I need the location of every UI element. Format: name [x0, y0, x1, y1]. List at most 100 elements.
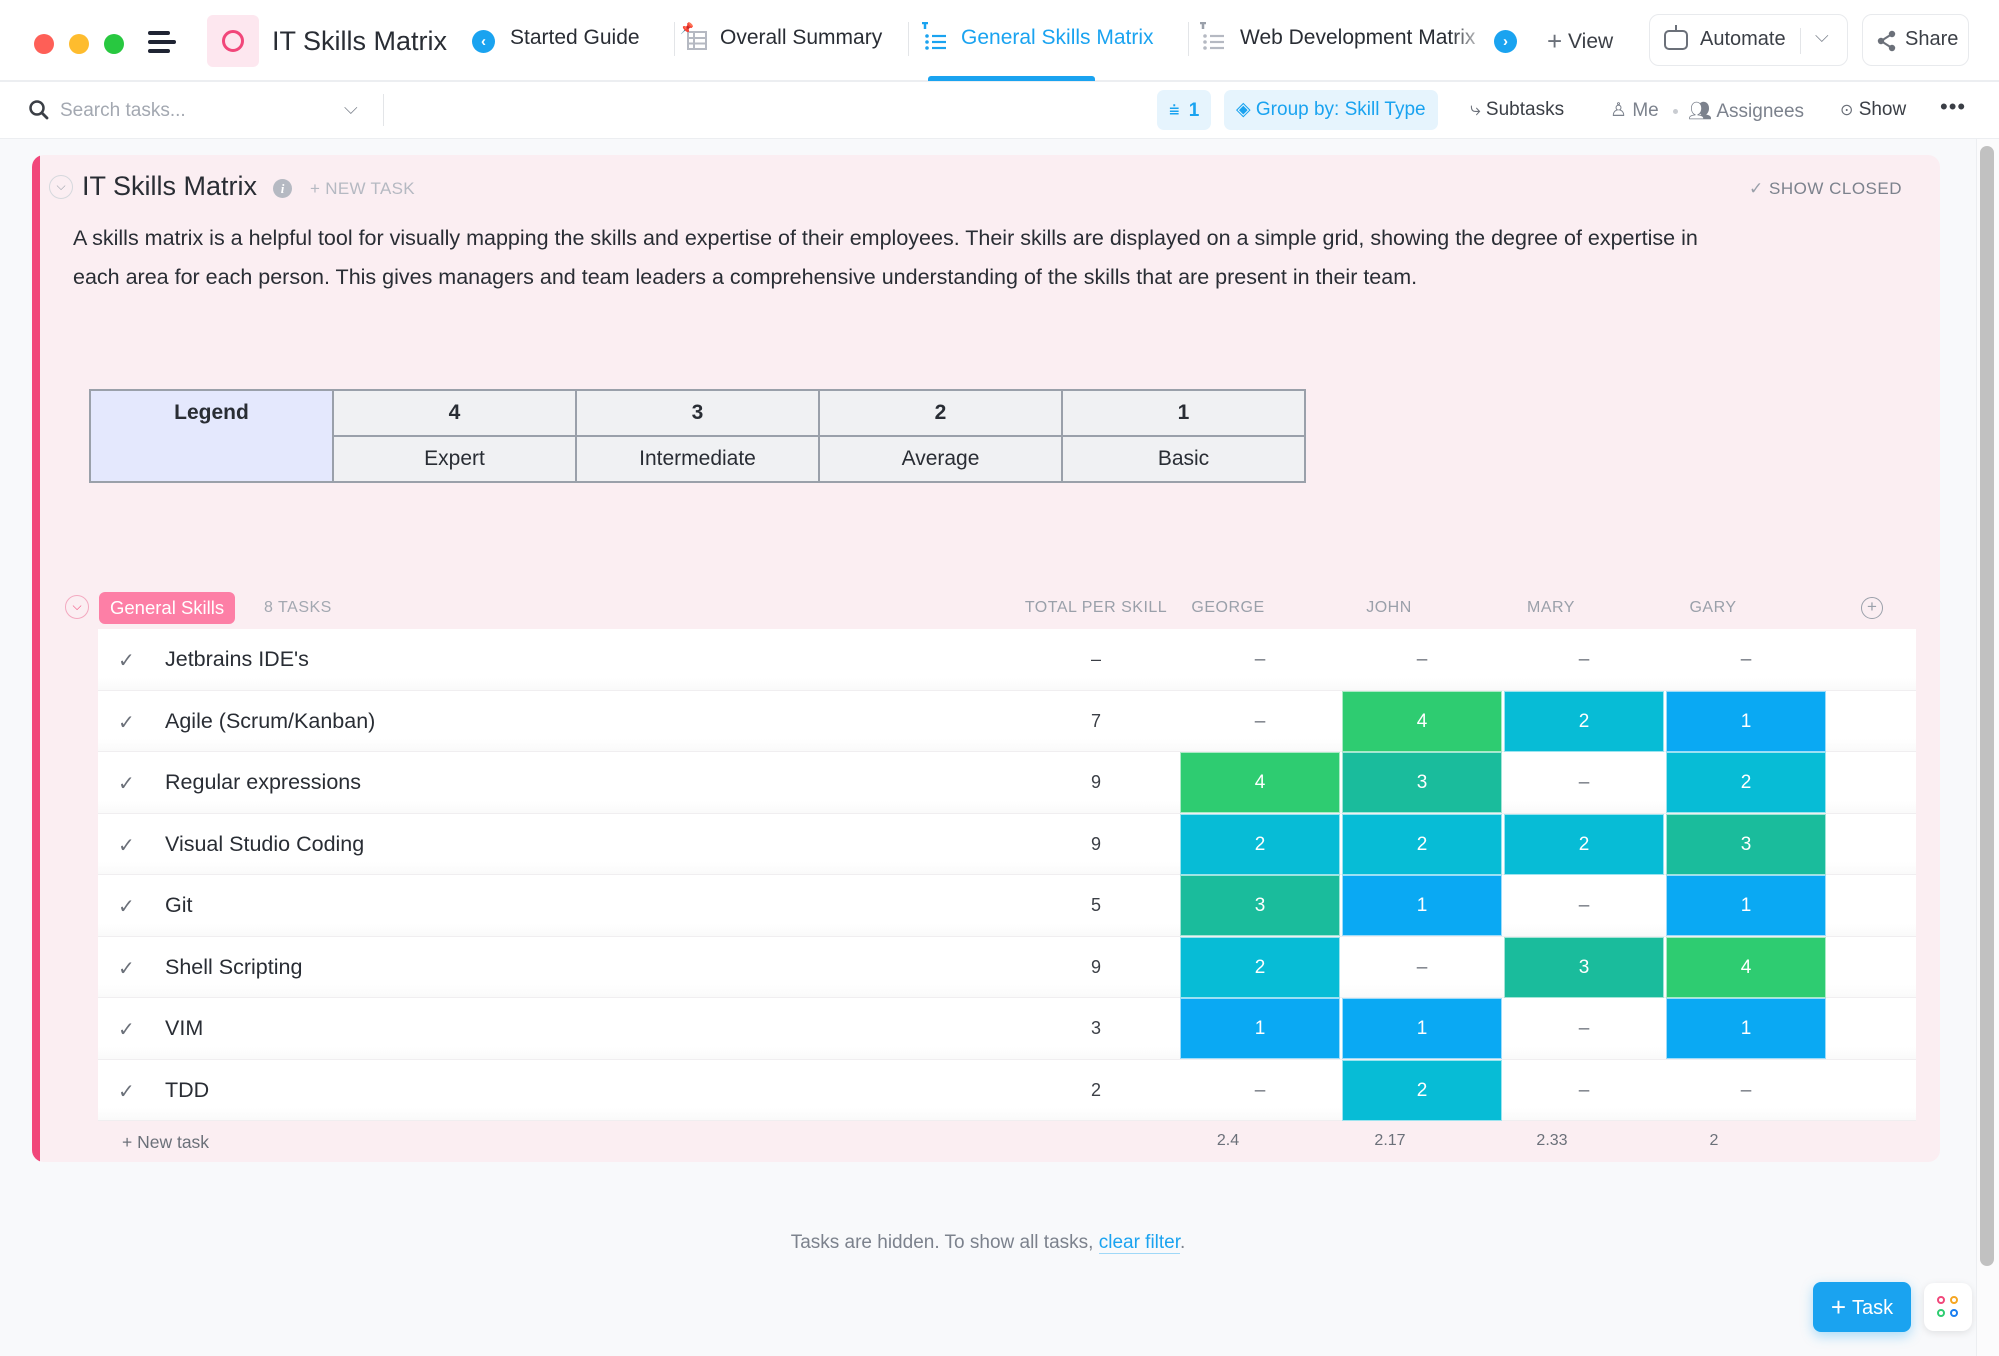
task-row[interactable]: ✓ Git 5 3 1 – 1	[98, 875, 1916, 937]
window-minimize-button[interactable]	[69, 34, 89, 54]
task-name[interactable]: Git	[165, 893, 192, 918]
group-label[interactable]: General Skills	[99, 592, 236, 624]
window-close-button[interactable]	[34, 34, 54, 54]
score-cell-george[interactable]: 4	[1180, 752, 1340, 813]
task-row[interactable]: ✓ Regular expressions 9 4 3 – 2	[98, 752, 1916, 814]
list-collapse-toggle[interactable]: ⌵	[49, 175, 73, 199]
score-cell-george[interactable]: –	[1180, 1060, 1340, 1121]
check-icon[interactable]: ✓	[118, 833, 135, 858]
score-cell-george[interactable]: 2	[1180, 936, 1340, 998]
score-cell-john[interactable]: 3	[1342, 752, 1502, 813]
check-icon[interactable]: ✓	[118, 956, 135, 981]
group-collapse-toggle[interactable]: ⌵	[65, 595, 89, 619]
automate-button[interactable]: Automate ⌵	[1649, 14, 1848, 66]
column-header-john[interactable]: JOHN	[1309, 599, 1469, 617]
score-cell-gary[interactable]: 1	[1666, 998, 1826, 1059]
score-cell-gary[interactable]: –	[1666, 1060, 1826, 1121]
tabs-scroll-left-button[interactable]: ‹	[472, 30, 495, 53]
column-header-george[interactable]: GEORGE	[1148, 599, 1308, 617]
tab-overall-summary[interactable]: Overall Summary	[720, 26, 882, 50]
check-icon[interactable]: ✓	[118, 1017, 135, 1042]
assignees-button[interactable]: 👥︎ Assignees	[1688, 99, 1804, 123]
window-maximize-button[interactable]	[104, 34, 124, 54]
task-name[interactable]: TDD	[165, 1078, 209, 1103]
sidebar-toggle-icon[interactable]	[148, 31, 176, 53]
share-button[interactable]: Share	[1862, 14, 1969, 66]
apps-button[interactable]	[1924, 1283, 1972, 1331]
score-cell-mary[interactable]: –	[1504, 629, 1664, 690]
subtasks-button[interactable]: ⤷ Subtasks	[1470, 99, 1564, 121]
score-cell-george[interactable]: –	[1180, 691, 1340, 752]
check-icon[interactable]: ✓	[118, 1079, 135, 1104]
score-cell-mary[interactable]: –	[1504, 1060, 1664, 1121]
column-header-mary[interactable]: MARY	[1471, 599, 1631, 617]
score-cell-john[interactable]: 1	[1342, 875, 1502, 936]
score-cell-mary[interactable]: 2	[1504, 690, 1664, 752]
tab-web-development-matrix[interactable]: Web Development Matrix	[1240, 26, 1485, 50]
group-by-button[interactable]: ◈ Group by: Skill Type	[1224, 90, 1438, 130]
new-task-button[interactable]: + NEW TASK	[310, 179, 415, 199]
score-cell-mary[interactable]: –	[1504, 875, 1664, 936]
add-new-task-button[interactable]: + New task	[122, 1132, 209, 1153]
task-row[interactable]: ✓ VIM 3 1 1 – 1	[98, 998, 1916, 1060]
me-filter-button[interactable]: ♙ Me	[1610, 99, 1659, 122]
tab-general-skills-matrix[interactable]: General Skills Matrix	[961, 26, 1154, 50]
list-icon	[1196, 21, 1228, 56]
task-row[interactable]: ✓ TDD 2 – 2 – –	[98, 1059, 1916, 1121]
score-cell-gary[interactable]: 2	[1666, 752, 1826, 813]
add-column-icon[interactable]: +	[1861, 597, 1883, 619]
score-cell-george[interactable]: –	[1180, 629, 1340, 690]
tabs-scroll-right-button[interactable]: ›	[1494, 30, 1517, 53]
clear-filter-link[interactable]: clear filter	[1098, 1232, 1181, 1254]
filter-button[interactable]: ⩧ 1	[1157, 90, 1212, 130]
search-options-chevron-icon[interactable]: ⌵	[344, 98, 358, 119]
score-cell-george[interactable]: 1	[1180, 998, 1340, 1059]
tab-overflow-fade	[1450, 20, 1490, 60]
check-icon[interactable]: ✓	[118, 894, 135, 919]
score-cell-george[interactable]: 2	[1180, 813, 1340, 875]
score-cell-gary[interactable]: 4	[1666, 936, 1826, 998]
score-cell-gary[interactable]: 3	[1666, 813, 1826, 875]
check-icon[interactable]: ✓	[118, 648, 135, 673]
score-cell-gary[interactable]: 1	[1666, 875, 1826, 936]
task-name[interactable]: Agile (Scrum/Kanban)	[165, 709, 375, 734]
scrollbar-thumb[interactable]	[1980, 146, 1994, 1266]
check-icon[interactable]: ✓	[118, 710, 135, 735]
check-icon[interactable]: ✓	[118, 771, 135, 796]
add-view-button[interactable]: + View	[1547, 26, 1613, 57]
task-row[interactable]: ✓ Shell Scripting 9 2 – 3 4	[98, 936, 1916, 998]
show-closed-button[interactable]: ✓ SHOW CLOSED	[1749, 179, 1902, 199]
tab-started-guide[interactable]: Started Guide	[510, 26, 640, 50]
show-button[interactable]: ⊙ Show	[1840, 99, 1906, 121]
task-row[interactable]: ✓ Visual Studio Coding 9 2 2 2 3	[98, 813, 1916, 875]
separator-dot	[1673, 109, 1678, 114]
score-cell-gary[interactable]: 1	[1666, 690, 1826, 752]
task-name[interactable]: Shell Scripting	[165, 955, 302, 980]
score-cell-john[interactable]: 2	[1342, 1059, 1502, 1121]
task-row[interactable]: ✓ Jetbrains IDE's – – – – –	[98, 629, 1916, 691]
task-row[interactable]: ✓ Agile (Scrum/Kanban) 7 – 4 2 1	[98, 690, 1916, 752]
score-cell-mary[interactable]: –	[1504, 998, 1664, 1059]
add-task-button[interactable]: + Task	[1813, 1282, 1911, 1332]
score-cell-george[interactable]: 3	[1180, 875, 1340, 936]
info-icon[interactable]: i	[273, 179, 292, 198]
task-name[interactable]: VIM	[165, 1016, 203, 1041]
score-cell-mary[interactable]: –	[1504, 752, 1664, 813]
score-cell-mary[interactable]: 3	[1504, 936, 1664, 998]
score-cell-john[interactable]: –	[1342, 937, 1502, 998]
score-cell-john[interactable]: 4	[1342, 690, 1502, 752]
task-name[interactable]: Jetbrains IDE's	[165, 647, 309, 672]
apps-icon-dot	[1950, 1296, 1958, 1304]
search-input[interactable]	[60, 96, 330, 126]
score-cell-gary[interactable]: –	[1666, 629, 1826, 690]
task-name[interactable]: Regular expressions	[165, 770, 361, 795]
chevron-down-icon[interactable]: ⌵	[1815, 26, 1829, 47]
score-cell-john[interactable]: 2	[1342, 813, 1502, 875]
task-name[interactable]: Visual Studio Coding	[165, 832, 364, 857]
score-cell-john[interactable]: –	[1342, 629, 1502, 690]
more-options-icon[interactable]: •••	[1940, 96, 1966, 118]
score-cell-mary[interactable]: 2	[1504, 813, 1664, 875]
score-cell-john[interactable]: 1	[1342, 998, 1502, 1059]
hidden-tasks-suffix: .	[1180, 1232, 1186, 1253]
column-header-gary[interactable]: GARY	[1633, 599, 1793, 617]
